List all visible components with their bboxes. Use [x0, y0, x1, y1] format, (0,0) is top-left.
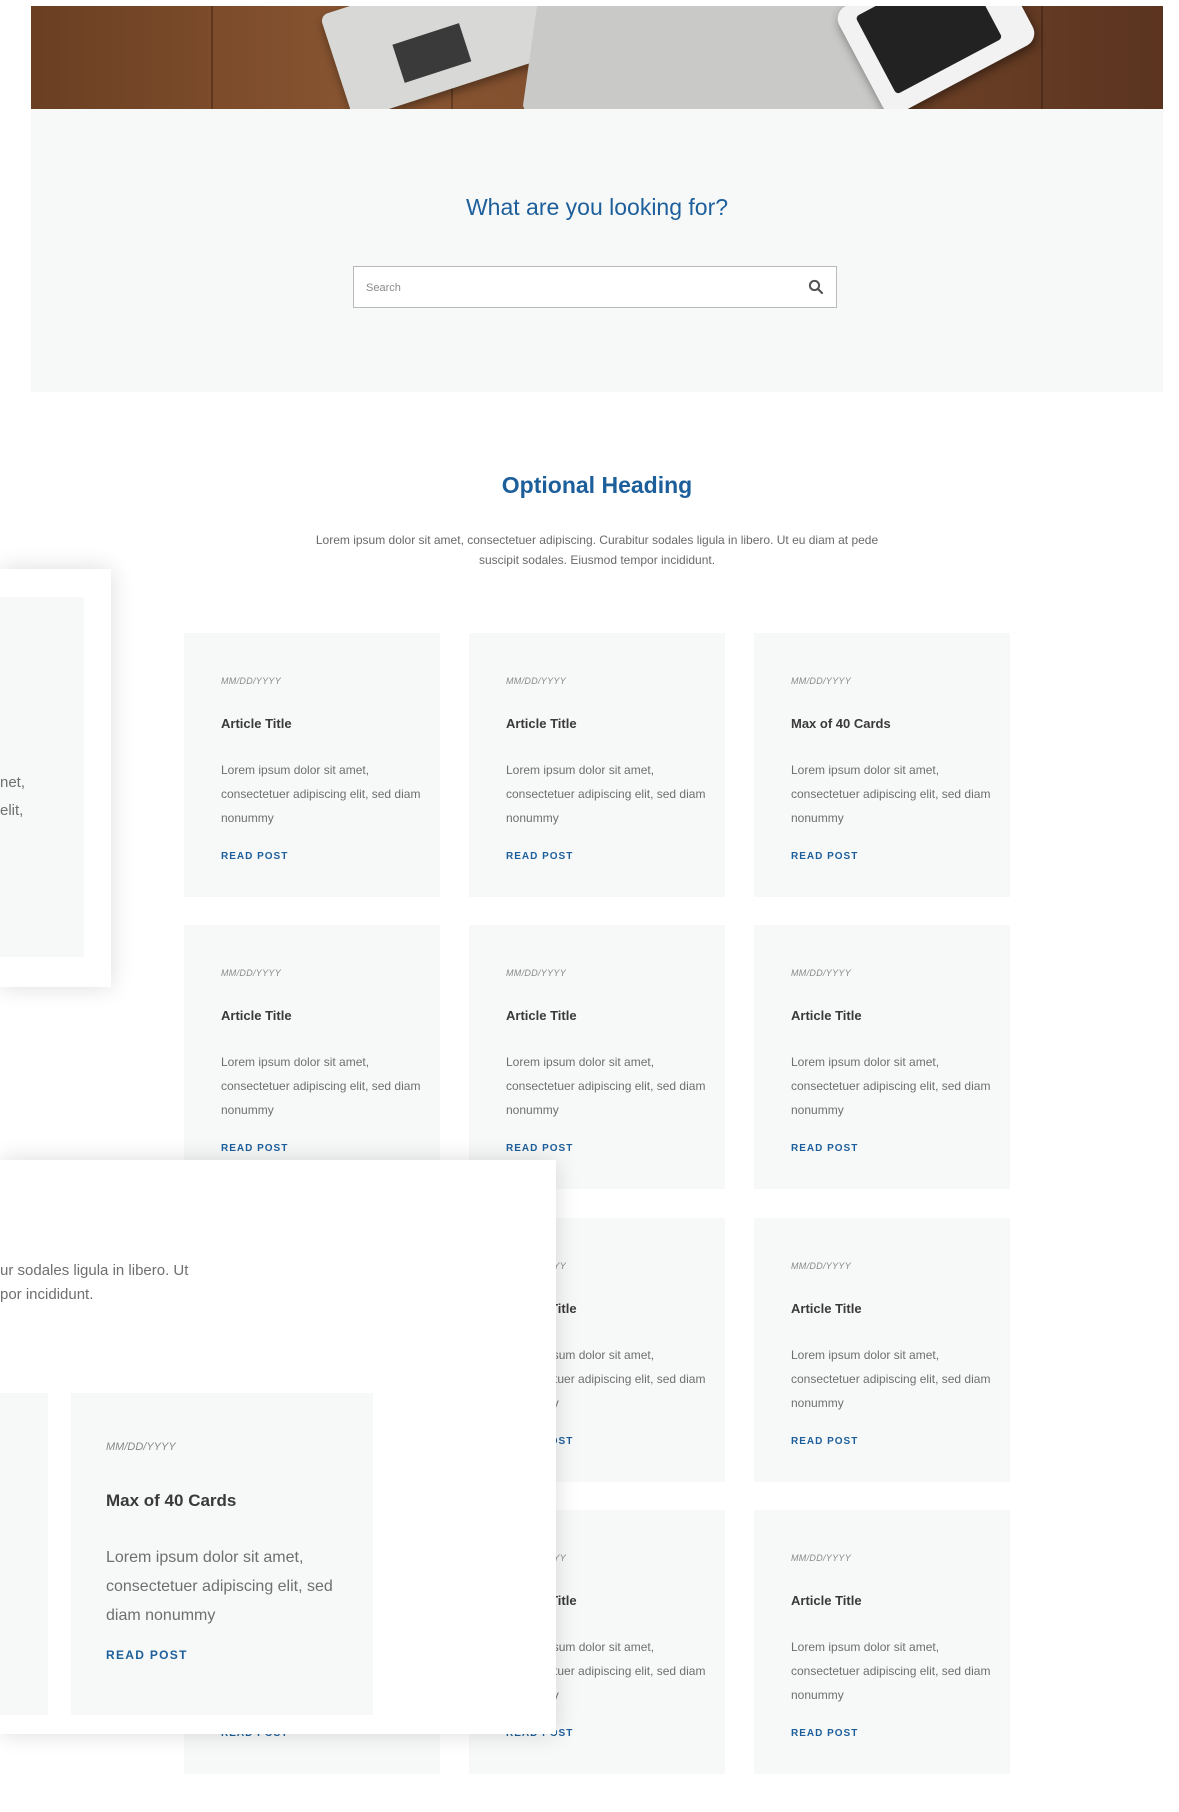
card-body: Lorem ipsum dolor sit amet, consectetuer… — [791, 1348, 991, 1410]
zoom-text-fragment: net, — [0, 774, 26, 791]
card-title: Article Title — [791, 1008, 862, 1023]
search-input[interactable] — [364, 267, 788, 309]
zoom-panel-left: net, elit, — [0, 569, 111, 987]
card-date: MM/DD/YYYY — [221, 676, 282, 686]
card-title: Article Title — [791, 1593, 862, 1608]
read-post-link[interactable]: READ POST — [791, 1728, 858, 1739]
read-post-link[interactable]: READ POST — [506, 1143, 573, 1154]
card-body: Lorem ipsum dolor sit amet, consectetuer… — [221, 1055, 421, 1117]
article-card: MM/DD/YYYY Article Title Lorem ipsum dolor… — [469, 633, 725, 897]
card-body: Lorem ipsum dolor sit amet, consectetuer… — [506, 1055, 706, 1117]
read-post-link[interactable]: READ POST — [791, 1436, 858, 1447]
zoom-panel-bottom: ur sodales ligula in libero. Ut por inci… — [0, 1160, 556, 1734]
read-post-link[interactable]: READ POST — [791, 851, 858, 862]
read-post-link[interactable]: READ POST — [506, 851, 573, 862]
card-title: Article Title — [221, 716, 292, 731]
card-title: Article Title — [506, 1008, 577, 1023]
search-section: What are you looking for? — [31, 109, 1163, 392]
card-body: Lorem ipsum dolor sit amet, consectetuer… — [506, 763, 706, 825]
read-post-link[interactable]: READ POST — [221, 1143, 288, 1154]
article-card: MM/DD/YYYY Article Title Lorem ipsum dolor… — [754, 925, 1010, 1189]
zoomed-card-fragment — [0, 1393, 48, 1715]
article-card: MM/DD/YYYY Article Title Lorem ipsum dolor… — [754, 1510, 1010, 1774]
card-date: MM/DD/YYYY — [506, 968, 567, 978]
zoom-text-fragment: elit, — [0, 802, 24, 819]
article-card: MM/DD/YYYY Article Title Lorem ipsum dolor… — [184, 633, 440, 897]
article-card: MM/DD/YYYY Article Title Lorem ipsum dolor… — [184, 925, 440, 1189]
card-date: MM/DD/YYYY — [791, 1261, 852, 1271]
card-date: MM/DD/YYYY — [791, 968, 852, 978]
search-box — [353, 266, 837, 309]
article-card: MM/DD/YYYY Article Title Lorem ipsum dolor… — [754, 1218, 1010, 1482]
card-title: Article Title — [221, 1008, 292, 1023]
card-title: Max of 40 Cards — [106, 1491, 237, 1510]
card-date: MM/DD/YYYY — [791, 1553, 852, 1563]
search-heading: What are you looking for? — [465, 194, 729, 220]
card-date: MM/DD/YYYY — [106, 1441, 176, 1453]
card-body: Lorem ipsum dolor sit amet, consectetuer… — [791, 1055, 991, 1117]
card-date: MM/DD/YYYY — [791, 676, 852, 686]
card-date: MM/DD/YYYY — [221, 968, 282, 978]
read-post-link[interactable]: READ POST — [106, 1648, 188, 1662]
read-post-link[interactable]: READ POST — [791, 1143, 858, 1154]
card-body: Lorem ipsum dolor sit amet, consectetuer… — [221, 763, 421, 825]
article-card: MM/DD/YYYY Article Title Lorem ipsum dolor… — [469, 925, 725, 1189]
section-intro: Lorem ipsum dolor sit amet, consectetuer… — [315, 533, 879, 567]
zoomed-card: MM/DD/YYYY Max of 40 Cards Lorem ipsum d… — [71, 1393, 373, 1715]
card-body: Lorem ipsum dolor sit amet, consectetuer… — [791, 1640, 991, 1702]
read-post-link[interactable]: READ POST — [221, 851, 288, 862]
card-title: Article Title — [791, 1301, 862, 1316]
card-title: Max of 40 Cards — [791, 716, 891, 731]
search-icon — [808, 279, 824, 295]
stage: What are you looking for? Optional Headi… — [0, 0, 1179, 1812]
card-body: Lorem ipsum dolor sit amet, consectetuer… — [106, 1549, 333, 1624]
section-heading: Optional Heading — [501, 472, 693, 498]
zoom-intro-fragment: ur sodales ligula in libero. Ut — [0, 1262, 189, 1279]
article-card: MM/DD/YYYY Max of 40 Cards Lorem ipsum dol… — [754, 633, 1010, 897]
hero-image — [31, 6, 1163, 109]
card-body: Lorem ipsum dolor sit amet, consectetuer… — [791, 763, 991, 825]
zoom-intro-fragment: por incididunt. — [0, 1286, 94, 1303]
card-title: Article Title — [506, 716, 577, 731]
search-button[interactable] — [802, 273, 830, 301]
card-date: MM/DD/YYYY — [506, 676, 567, 686]
